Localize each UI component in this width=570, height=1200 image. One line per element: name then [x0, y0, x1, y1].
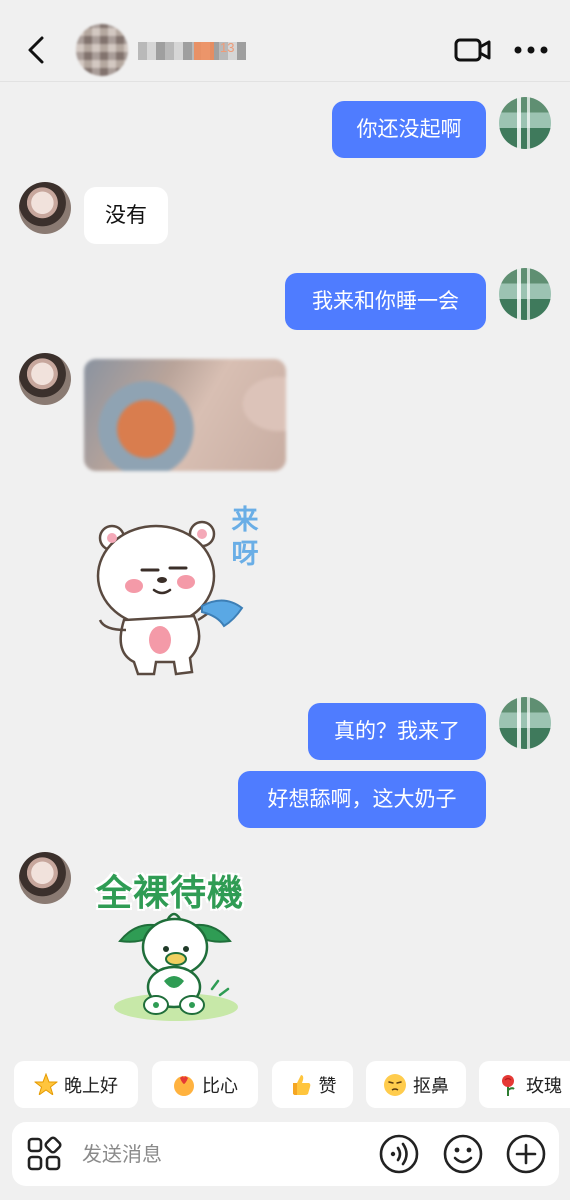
chat-header: ■■■■ 13 [0, 0, 570, 82]
dog-sticker[interactable] [108, 905, 243, 1025]
message-bubble-outgoing[interactable]: 我来和你睡一会 [285, 273, 486, 330]
quick-reply-label: 抠鼻 [413, 1075, 449, 1097]
contact-name-badge [194, 42, 214, 60]
quick-reply-label: 赞 [318, 1075, 337, 1097]
quick-reply-label: 比心 [202, 1075, 238, 1097]
quick-reply-bar: 晚上好 比心 赞 抠鼻 玫瑰 [0, 1061, 570, 1108]
quick-reply-chip[interactable]: 赞 [272, 1061, 353, 1108]
contact-message-avatar[interactable] [19, 182, 71, 234]
message-bubble-outgoing[interactable]: 你还没起啊 [332, 101, 486, 158]
plus-icon[interactable] [506, 1134, 546, 1174]
apps-grid-icon[interactable] [26, 1136, 62, 1172]
quick-reply-chip[interactable]: 玫瑰 [479, 1061, 570, 1108]
quick-reply-chip[interactable]: 比心 [152, 1061, 258, 1108]
quick-reply-label: 玫瑰 [526, 1075, 562, 1097]
star-emoji-icon [34, 1072, 58, 1096]
message-input[interactable] [82, 1136, 362, 1172]
rose-emoji-icon [502, 1074, 515, 1096]
video-camera-icon[interactable] [454, 36, 492, 64]
quick-reply-label: 晚上好 [64, 1075, 118, 1097]
message-input-bar [12, 1122, 559, 1186]
quick-reply-chip[interactable]: 抠鼻 [366, 1061, 466, 1108]
contact-message-avatar[interactable] [19, 353, 71, 405]
my-avatar[interactable] [499, 268, 551, 320]
heart-hands-emoji-icon [174, 1075, 194, 1096]
bear-sticker[interactable] [94, 512, 244, 677]
voice-icon[interactable] [379, 1134, 419, 1174]
chevron-left-icon[interactable] [22, 34, 50, 66]
my-avatar[interactable] [499, 97, 551, 149]
level-badge: 13 [220, 40, 235, 55]
home-indicator-area [0, 1193, 570, 1200]
message-bubble-outgoing[interactable]: 真的？我来了 [308, 703, 486, 760]
contact-avatar[interactable] [76, 24, 128, 76]
image-message[interactable] [84, 359, 286, 471]
more-dots-icon[interactable] [514, 44, 548, 56]
my-avatar[interactable] [499, 697, 551, 749]
quick-reply-chip[interactable]: 晚上好 [14, 1061, 138, 1108]
contact-message-avatar[interactable] [19, 852, 71, 904]
thumbs-up-emoji-icon [292, 1074, 310, 1095]
message-bubble-outgoing[interactable]: 好想舔啊，这大奶子 [238, 771, 486, 828]
nose-pick-emoji-icon [384, 1073, 406, 1096]
message-bubble-incoming[interactable]: 没有 [84, 187, 168, 244]
emoji-icon[interactable] [443, 1134, 483, 1174]
sticker-caption: 来呀 [231, 505, 259, 570]
